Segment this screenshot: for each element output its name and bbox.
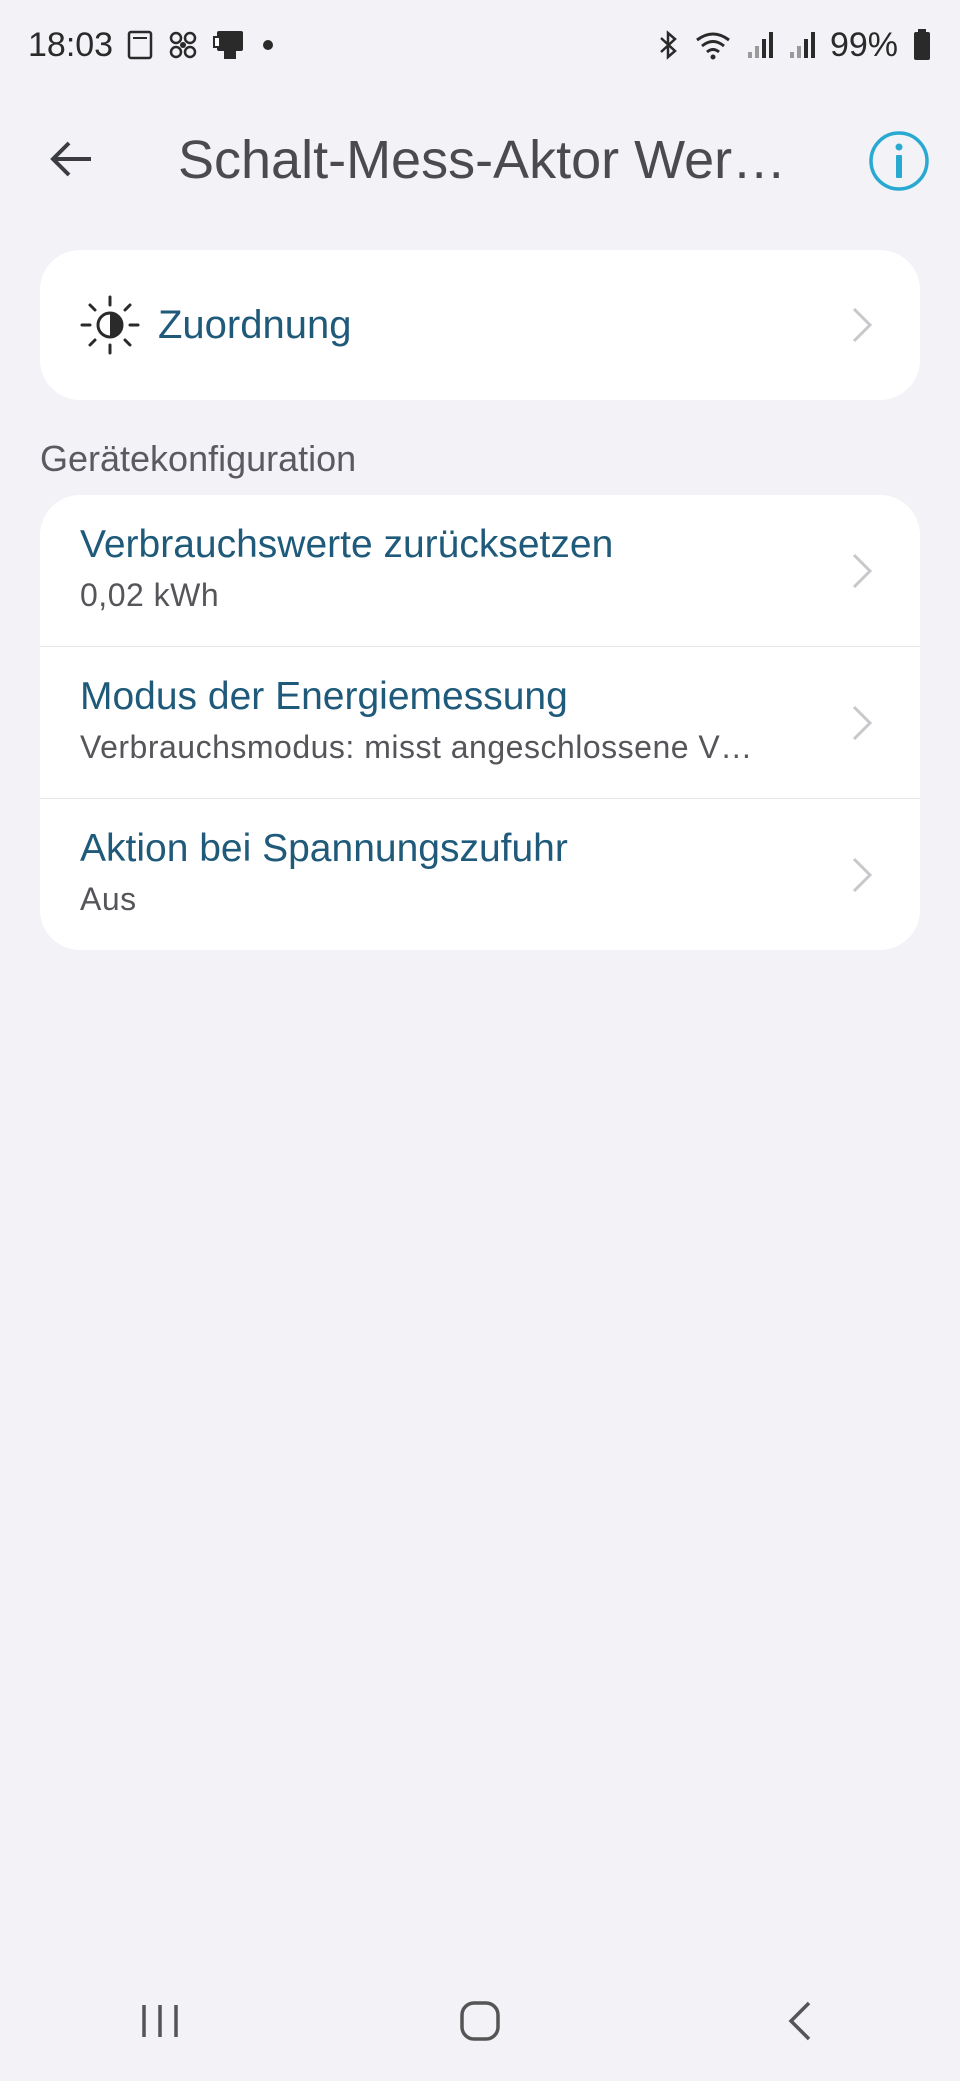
home-button[interactable] bbox=[420, 1981, 540, 2061]
home-icon bbox=[460, 2000, 500, 2041]
assignment-label: Zuordnung bbox=[158, 302, 352, 347]
chevron-right-icon bbox=[852, 705, 873, 741]
chevron-right-icon bbox=[852, 857, 873, 893]
battery-icon bbox=[912, 28, 932, 62]
sim-card-icon bbox=[127, 30, 153, 60]
back-button[interactable] bbox=[36, 112, 106, 206]
system-back-button[interactable] bbox=[740, 1981, 860, 2061]
config-item-title: Verbrauchswerte zurücksetzen bbox=[80, 523, 614, 566]
section-title: Gerätekonfiguration bbox=[40, 438, 357, 479]
back-icon bbox=[788, 2001, 811, 2040]
recent-apps-button[interactable] bbox=[100, 1981, 220, 2061]
status-time: 18:03 bbox=[28, 25, 114, 64]
signal-icon bbox=[788, 30, 816, 60]
arrow-left-icon bbox=[50, 141, 91, 177]
info-button[interactable] bbox=[868, 130, 930, 192]
wifi-icon bbox=[694, 30, 732, 60]
battery-percent: 99% bbox=[829, 25, 898, 64]
fan-icon bbox=[167, 29, 199, 61]
notification-dot-icon bbox=[261, 38, 275, 52]
config-item-energy-mode[interactable]: Modus der Energiemessung Verbrauchsmodus… bbox=[40, 647, 920, 799]
config-item-title: Modus der Energiemessung bbox=[80, 675, 568, 718]
device-config-card: Verbrauchswerte zurücksetzen 0,02 kWh Mo… bbox=[40, 495, 920, 950]
recent-apps-icon bbox=[142, 2004, 178, 2037]
chevron-right-icon bbox=[852, 553, 873, 589]
app-bar: Schalt-Mess-Aktor Wer… bbox=[0, 90, 960, 230]
bluetooth-icon bbox=[658, 29, 680, 61]
chevron-right-icon bbox=[852, 307, 873, 343]
assignment-card[interactable]: Zuordnung bbox=[40, 250, 920, 400]
page-title: Schalt-Mess-Aktor Wer… bbox=[178, 130, 787, 190]
config-item-reset-consumption[interactable]: Verbrauchswerte zurücksetzen 0,02 kWh bbox=[40, 495, 920, 647]
status-bar: 18:03 99% bbox=[0, 0, 960, 90]
device-icon bbox=[213, 29, 247, 61]
brightness-icon bbox=[80, 295, 140, 355]
config-item-value: Aus bbox=[80, 881, 137, 917]
system-nav-bar bbox=[0, 1960, 960, 2081]
config-item-value: Verbrauchsmodus: misst angeschlossene V… bbox=[80, 729, 753, 765]
info-icon bbox=[869, 131, 929, 191]
signal-icon bbox=[746, 30, 774, 60]
config-item-power-on-action[interactable]: Aktion bei Spannungszufuhr Aus bbox=[40, 799, 920, 950]
config-item-value: 0,02 kWh bbox=[80, 577, 220, 613]
assignment-row[interactable]: Zuordnung bbox=[40, 250, 920, 400]
config-item-title: Aktion bei Spannungszufuhr bbox=[80, 827, 568, 870]
